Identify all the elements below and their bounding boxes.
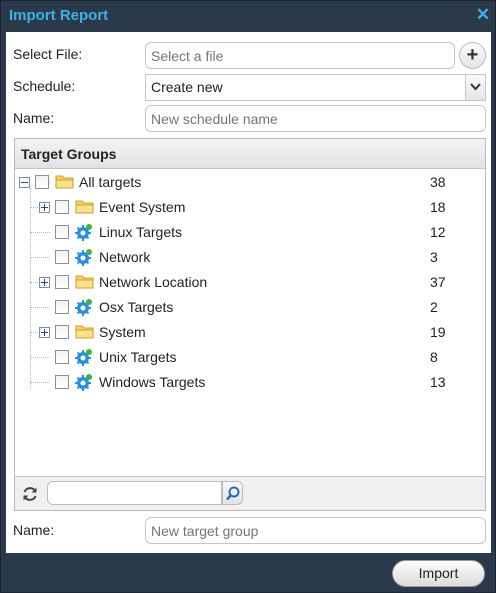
tree-item-label: Osx Targets [99,299,174,315]
tree-row-windows-targets[interactable]: Windows Targets 13 [15,370,485,395]
folder-icon [55,173,74,191]
tree-item-count: 2 [430,299,438,315]
checkbox[interactable] [55,325,69,339]
target-groups-tree: All targets 38 Event System 18 Linux Tar… [15,170,485,476]
schedule-value: Create new [151,79,223,95]
tree-row-unix-targets[interactable]: Unix Targets 8 [15,345,485,370]
target-group-search-input[interactable] [47,481,222,505]
target-gear-icon [75,348,93,366]
tree-item-count: 12 [430,224,446,240]
folder-icon [75,323,94,341]
checkbox[interactable] [35,175,49,189]
checkbox[interactable] [55,375,69,389]
tree-item-label: Event System [99,199,186,215]
close-icon[interactable]: ✕ [474,5,492,25]
tree-item-count: 38 [430,174,446,190]
tree-item-count: 18 [430,199,446,215]
target-gear-icon [75,223,93,241]
tree-row-event-system[interactable]: Event System 18 [15,195,485,220]
tree-row-network[interactable]: Network 3 [15,245,485,270]
checkbox[interactable] [55,350,69,364]
target-gear-icon [75,248,93,266]
folder-icon [75,198,94,216]
group-name-label: Name: [13,522,55,538]
checkbox[interactable] [55,250,69,264]
expand-icon[interactable] [39,327,50,338]
target-group-name-input[interactable] [145,517,486,544]
tree-row-linux-targets[interactable]: Linux Targets 12 [15,220,485,245]
import-report-dialog: Import Report ✕ Select File: + Schedule:… [0,0,496,593]
schedule-name-input[interactable] [145,105,486,132]
tree-item-label: Network [99,249,151,265]
expand-icon[interactable] [39,277,50,288]
dialog-body: Select File: + Schedule: Create new Name… [6,32,491,553]
tree-item-count: 13 [430,374,446,390]
target-groups-header: Target Groups [15,139,485,169]
refresh-icon[interactable] [21,485,39,503]
expand-icon[interactable] [39,202,50,213]
target-gear-icon [75,373,93,391]
tree-row-system[interactable]: System 19 [15,320,485,345]
add-file-button[interactable]: + [459,42,486,69]
tree-item-label: Linux Targets [99,224,183,240]
dialog-titlebar[interactable]: Import Report ✕ [1,1,495,31]
select-file-label: Select File: [13,46,83,62]
checkbox[interactable] [55,300,69,314]
tree-item-count: 8 [430,349,438,365]
tree-item-label: All targets [79,174,142,190]
target-groups-title: Target Groups [21,146,117,162]
target-groups-toolbar [15,476,485,510]
folder-icon [75,273,94,291]
tree-item-count: 37 [430,274,446,290]
chevron-down-icon[interactable] [465,75,485,100]
checkbox[interactable] [55,200,69,214]
name-label: Name: [13,110,55,126]
tree-item-label: System [99,324,146,340]
schedule-select[interactable]: Create new [145,74,486,101]
tree-row-network-location[interactable]: Network Location 37 [15,270,485,295]
dialog-title: Import Report [9,7,109,24]
tree-item-count: 19 [430,324,446,340]
import-button[interactable]: Import [392,560,485,587]
tree-row-osx-targets[interactable]: Osx Targets 2 [15,295,485,320]
target-gear-icon [75,298,93,316]
collapse-icon[interactable] [19,177,30,188]
tree-item-label: Network Location [99,274,208,290]
checkbox[interactable] [55,225,69,239]
tree-row-all-targets[interactable]: All targets 38 [15,170,485,195]
tree-item-count: 3 [430,249,438,265]
search-icon[interactable] [222,481,243,505]
tree-item-label: Windows Targets [99,374,206,390]
checkbox[interactable] [55,275,69,289]
schedule-label: Schedule: [13,78,76,94]
target-groups-panel: Target Groups All targets 38 Event Syste… [14,138,486,511]
select-file-input[interactable] [145,42,455,69]
tree-item-label: Unix Targets [99,349,177,365]
dialog-footer: Import [1,554,495,592]
